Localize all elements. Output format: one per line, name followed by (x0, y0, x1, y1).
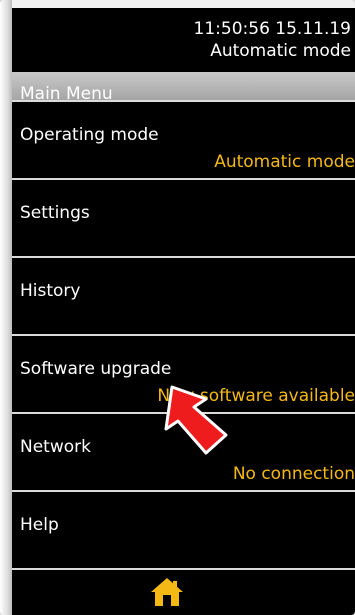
menu-item-value: Automatic mode (214, 152, 355, 172)
clock-date: 11:50:56 15.11.19 (193, 19, 351, 39)
menu-item-label: Settings (20, 203, 90, 223)
divider (12, 568, 355, 570)
home-button[interactable] (150, 577, 184, 607)
menu-item-help[interactable]: Help (12, 492, 355, 568)
menu-item-history[interactable]: History (12, 258, 355, 334)
device-frame: 11:50:56 15.11.19 Automatic mode Main Me… (0, 0, 355, 615)
menu-title-bar: Main Menu (12, 72, 355, 102)
menu-item-value: No connection (232, 464, 355, 484)
status-bar: 11:50:56 15.11.19 Automatic mode (12, 8, 351, 72)
menu-item-label: History (20, 281, 81, 301)
home-icon (151, 578, 183, 606)
menu-item-label: Operating mode (20, 125, 159, 145)
menu-title: Main Menu (20, 84, 113, 102)
menu-item-label: Network (20, 437, 91, 457)
menu-item-operating-mode[interactable]: Operating mode Automatic mode (12, 102, 355, 178)
display-screen: 11:50:56 15.11.19 Automatic mode Main Me… (12, 8, 355, 615)
current-mode: Automatic mode (210, 41, 351, 61)
menu-item-label: Software upgrade (20, 359, 172, 379)
device-bezel (0, 0, 12, 615)
menu-item-settings[interactable]: Settings (12, 180, 355, 256)
red-arrow-icon (160, 385, 230, 457)
menu-item-label: Help (20, 515, 59, 535)
